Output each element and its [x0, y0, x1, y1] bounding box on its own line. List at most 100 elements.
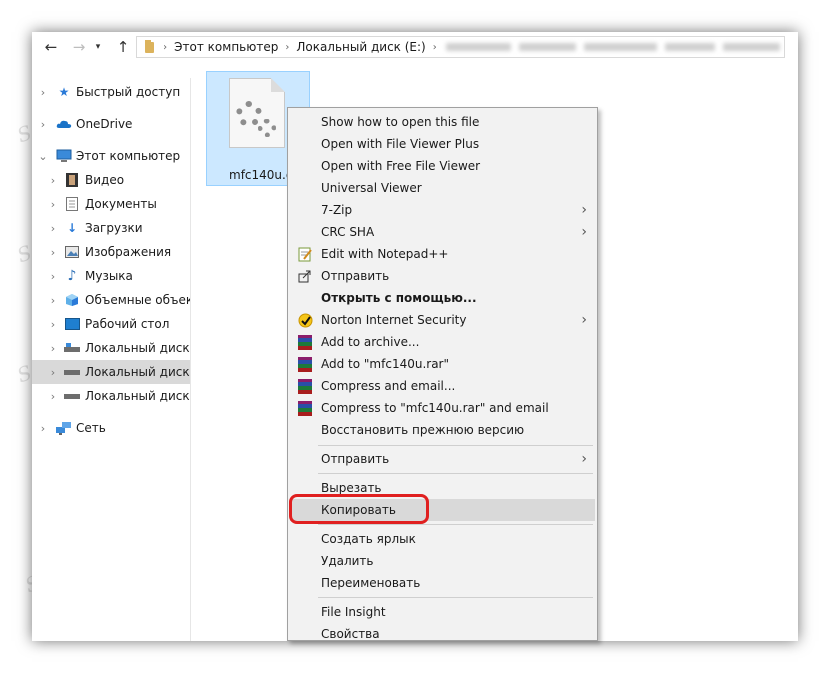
chevron-right-icon[interactable]: › [48, 246, 58, 259]
menu-item-show-how-to-open[interactable]: Show how to open this file [290, 111, 595, 133]
address-bar[interactable]: › Этот компьютер › Локальный диск (E:) › [136, 36, 785, 58]
menu-item-edit-notepad[interactable]: Edit with Notepad++ [290, 243, 595, 265]
menu-item-restore-previous[interactable]: Восстановить прежнюю версию [290, 419, 595, 441]
sidebar-item-label: Объемные объекты [85, 293, 190, 307]
sidebar-item-3d-objects[interactable]: › Объемные объекты [32, 288, 190, 312]
image-icon [64, 245, 80, 259]
sidebar-item-label: Видео [85, 173, 125, 187]
menu-item-rename[interactable]: Переименовать [290, 572, 595, 594]
chevron-right-icon: › [581, 312, 587, 328]
dropdown-chevron-icon[interactable]: ▾ [92, 37, 104, 57]
sidebar-item-label: Музыка [85, 269, 133, 283]
menu-item-label: Add to archive... [321, 335, 420, 349]
sidebar-item-label: Локальный диск (E:) [85, 365, 190, 379]
sidebar-item-network[interactable]: › Сеть [32, 416, 190, 440]
sidebar-item-label: Локальный диск (C:) [85, 341, 190, 355]
highlight-annotation [289, 494, 429, 524]
chevron-right-icon[interactable]: › [38, 422, 48, 435]
chevron-right-icon: › [581, 202, 587, 218]
menu-item-create-shortcut[interactable]: Создать ярлык [290, 528, 595, 550]
download-icon: ↓ [66, 221, 78, 235]
menu-item-label: Open with File Viewer Plus [321, 137, 480, 151]
menu-item-label: Создать ярлык [321, 532, 416, 546]
menu-item-compress-email[interactable]: Compress and email... [290, 375, 595, 397]
breadcrumb-blurred [722, 43, 780, 51]
menu-item-norton[interactable]: Norton Internet Security › [290, 309, 595, 331]
chevron-right-icon[interactable]: › [48, 174, 58, 187]
forward-arrow-icon[interactable]: → [68, 37, 90, 57]
sidebar-item-downloads[interactable]: › ↓ Загрузки [32, 216, 190, 240]
chevron-right-icon[interactable]: › [48, 342, 58, 355]
menu-item-share[interactable]: Отправить [290, 265, 595, 287]
sidebar-item-music[interactable]: › ♪ Музыка [32, 264, 190, 288]
sidebar-item-local-disk-c[interactable]: › Локальный диск (C:) [32, 336, 190, 360]
breadcrumb-blurred [664, 43, 715, 51]
menu-item-add-to-rar[interactable]: Add to "mfc140u.rar" [290, 353, 595, 375]
chevron-right-icon[interactable]: › [38, 118, 48, 131]
sidebar-item-images[interactable]: › Изображения [32, 240, 190, 264]
chevron-right-icon[interactable]: › [38, 86, 48, 99]
sidebar-item-label: Быстрый доступ [76, 85, 181, 99]
chevron-right-icon[interactable]: › [48, 366, 58, 379]
notepad-plus-icon [297, 246, 313, 262]
winrar-icon [297, 378, 313, 394]
breadcrumb-local-disk-e[interactable]: Локальный диск (E:) [294, 40, 427, 54]
sidebar-item-this-pc[interactable]: ⌄ Этот компьютер [32, 144, 190, 168]
up-arrow-icon[interactable]: ↑ [112, 37, 134, 57]
star-icon: ★ [58, 85, 70, 99]
chevron-right-icon[interactable]: › [48, 318, 58, 331]
menu-item-label: Add to "mfc140u.rar" [321, 357, 450, 371]
menu-item-label: 7-Zip [321, 203, 353, 217]
sidebar-item-desktop[interactable]: › Рабочий стол [32, 312, 190, 336]
sidebar-item-label: Этот компьютер [76, 149, 181, 163]
breadcrumb-blurred [584, 43, 657, 51]
menu-item-open-with[interactable]: Открыть с помощью... [290, 287, 595, 309]
menu-item-label: CRC SHA [321, 225, 375, 239]
chevron-right-icon[interactable]: › [48, 270, 58, 283]
menu-item-open-free-file-viewer[interactable]: Open with Free File Viewer [290, 155, 595, 177]
menu-item-label: Norton Internet Security [321, 313, 467, 327]
sidebar-item-local-disk-f[interactable]: › Локальный диск (F:) [32, 384, 190, 408]
menu-item-7zip[interactable]: 7-Zip › [290, 199, 595, 221]
chevron-right-icon[interactable]: › [48, 390, 58, 403]
drive-icon [64, 365, 80, 379]
context-menu: Show how to open this file Open with Fil… [287, 107, 598, 641]
menu-item-label: Compress to "mfc140u.rar" and email [321, 401, 549, 415]
menu-item-universal-viewer[interactable]: Universal Viewer [290, 177, 595, 199]
menu-item-label: Отправить [321, 269, 390, 283]
menu-item-open-file-viewer-plus[interactable]: Open with File Viewer Plus [290, 133, 595, 155]
sidebar-item-onedrive[interactable]: › OneDrive [32, 112, 190, 136]
chevron-right-icon[interactable]: › [48, 198, 58, 211]
menu-item-add-to-archive[interactable]: Add to archive... [290, 331, 595, 353]
sidebar-item-quick-access[interactable]: › ★ Быстрый доступ [32, 80, 190, 104]
winrar-icon [297, 356, 313, 372]
sidebar-item-documents[interactable]: › Документы [32, 192, 190, 216]
menu-item-properties[interactable]: Свойства [290, 623, 595, 645]
video-icon [64, 173, 80, 187]
menu-item-compress-rar-email[interactable]: Compress to "mfc140u.rar" and email [290, 397, 595, 419]
menu-item-label: Universal Viewer [321, 181, 422, 195]
sidebar-item-video[interactable]: › Видео [32, 168, 190, 192]
back-arrow-icon[interactable]: ← [40, 37, 62, 57]
menu-item-delete[interactable]: Удалить [290, 550, 595, 572]
navigation-pane: › ★ Быстрый доступ › OneDrive ⌄ Этот ком… [32, 78, 190, 641]
menu-item-label: Open with Free File Viewer [321, 159, 481, 173]
cube-icon [64, 293, 80, 307]
menu-item-file-insight[interactable]: File Insight [290, 601, 595, 623]
breadcrumb-blurred [518, 43, 577, 51]
breadcrumb-separator-icon: › [163, 41, 168, 53]
chevron-right-icon: › [581, 451, 587, 467]
menu-item-crc-sha[interactable]: CRC SHA › [290, 221, 595, 243]
menu-item-label: Show how to open this file [321, 115, 480, 129]
sidebar-item-label: Загрузки [85, 221, 143, 235]
sidebar-item-local-disk-e[interactable]: › Локальный диск (E:) [32, 360, 190, 384]
share-icon [297, 268, 313, 284]
breadcrumb-this-pc[interactable]: Этот компьютер [172, 40, 280, 54]
chevron-down-icon[interactable]: ⌄ [38, 150, 48, 163]
chevron-right-icon[interactable]: › [48, 222, 58, 235]
menu-item-label: Свойства [321, 627, 380, 641]
sidebar-item-label: Локальный диск (F:) [85, 389, 190, 403]
menu-item-send-to[interactable]: Отправить › [290, 448, 595, 470]
chevron-right-icon[interactable]: › [48, 294, 58, 307]
menu-item-label: Compress and email... [321, 379, 456, 393]
